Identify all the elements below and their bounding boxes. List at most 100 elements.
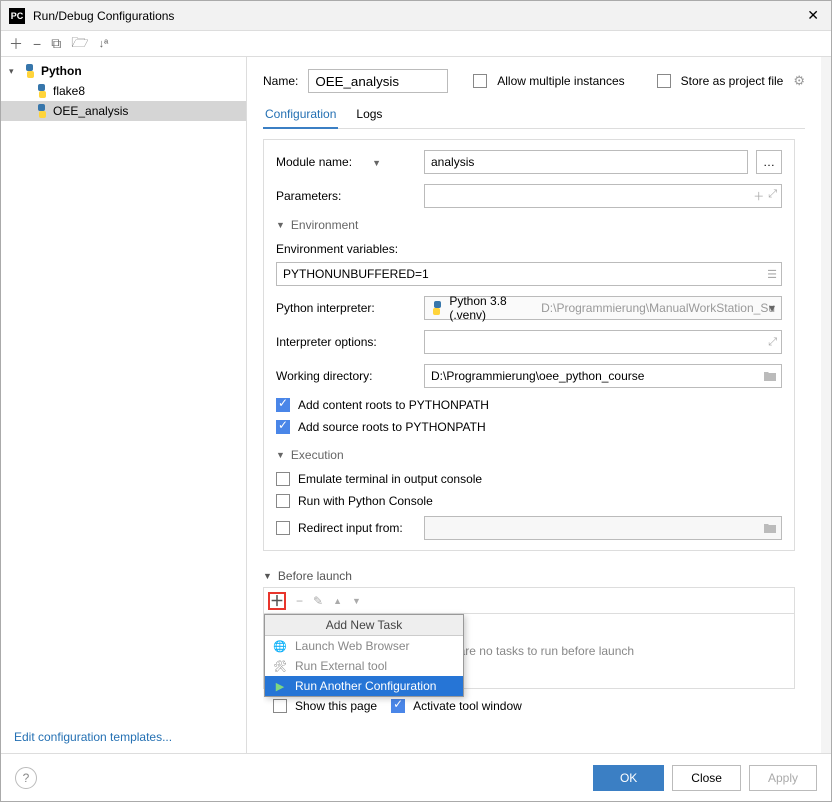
- env-vars-input[interactable]: PYTHONUNBUFFERED=1☰: [276, 262, 782, 286]
- window-title: Run/Debug Configurations: [33, 9, 803, 23]
- popup-item-browser[interactable]: 🌐Launch Web Browser: [265, 636, 463, 656]
- activate-tool-checkbox[interactable]: [391, 699, 405, 713]
- activate-tool-label: Activate tool window: [413, 699, 522, 713]
- add-source-checkbox[interactable]: [276, 420, 290, 434]
- tree-item-flake8[interactable]: flake8: [1, 81, 246, 101]
- edit-templates-link[interactable]: Edit configuration templates...: [14, 730, 172, 744]
- parameters-label: Parameters:: [276, 189, 416, 203]
- show-page-label: Show this page: [295, 699, 377, 713]
- tab-logs[interactable]: Logs: [354, 103, 384, 128]
- tree-root-label: Python: [41, 64, 82, 78]
- redirect-input-label: Redirect input from:: [298, 521, 416, 535]
- help-button[interactable]: ?: [15, 767, 37, 789]
- gear-icon[interactable]: ⚙: [793, 73, 805, 89]
- expand-icon[interactable]: ⤢: [768, 336, 777, 349]
- chevron-down-icon: ▾: [769, 301, 775, 315]
- python-icon: [23, 64, 37, 78]
- dialog-window: PC Run/Debug Configurations ✕ ＋ − ⧉ 🗁 ↓ª…: [0, 0, 832, 802]
- python-icon: [35, 104, 49, 118]
- store-project-checkbox[interactable]: [657, 74, 671, 88]
- chevron-down-icon: ▼: [263, 571, 272, 581]
- before-launch-list: There are no tasks to run before launch …: [263, 613, 795, 689]
- env-vars-label: Environment variables:: [276, 242, 782, 256]
- run-console-checkbox[interactable]: [276, 494, 290, 508]
- emulate-terminal-checkbox[interactable]: [276, 472, 290, 486]
- interpreter-label: Python interpreter:: [276, 301, 416, 315]
- tree-root-python[interactable]: ▾ Python: [1, 61, 246, 81]
- main-panel: Name: Allow multiple instances Store as …: [247, 57, 821, 753]
- move-down-icon[interactable]: ▼: [352, 596, 361, 606]
- add-content-checkbox[interactable]: [276, 398, 290, 412]
- parameters-input[interactable]: ＋⤢: [424, 184, 782, 208]
- popup-item-external-tool[interactable]: 🛠Run External tool: [265, 656, 463, 676]
- name-input[interactable]: [308, 69, 448, 93]
- chevron-down-icon: ▼: [276, 220, 285, 230]
- folder-icon[interactable]: [763, 522, 777, 534]
- tree-item-oee-analysis[interactable]: OEE_analysis: [1, 101, 246, 121]
- chevron-down-icon: ▾: [9, 66, 19, 77]
- close-button[interactable]: Close: [672, 765, 741, 791]
- python-icon: [35, 84, 49, 98]
- list-icon[interactable]: ☰: [767, 268, 777, 281]
- chevron-down-icon: ▼: [276, 450, 285, 460]
- scrollbar[interactable]: [821, 57, 831, 753]
- popup-item-run-config[interactable]: ▶Run Another Configuration: [265, 676, 463, 696]
- environment-section[interactable]: ▼Environment: [276, 218, 782, 232]
- tools-icon: 🛠: [273, 660, 287, 673]
- save-config-icon[interactable]: 🗁: [71, 32, 88, 56]
- apply-button[interactable]: Apply: [749, 765, 817, 791]
- browse-module-button[interactable]: …: [756, 150, 782, 174]
- expand-icon[interactable]: ⤢: [768, 188, 777, 204]
- edit-task-icon[interactable]: ✎: [313, 594, 323, 608]
- sort-config-icon[interactable]: ↓ª: [99, 38, 109, 50]
- before-launch-section: ▼Before launch ＋ − ✎ ▲ ▼ There are no ta…: [263, 569, 795, 713]
- add-config-icon[interactable]: ＋: [9, 34, 23, 54]
- run-console-label: Run with Python Console: [298, 494, 433, 508]
- add-task-button[interactable]: ＋: [268, 592, 286, 610]
- name-row: Name: Allow multiple instances Store as …: [263, 69, 805, 93]
- module-name-label: Module name: ▼: [276, 155, 416, 169]
- remove-config-icon[interactable]: −: [33, 36, 41, 52]
- emulate-terminal-label: Emulate terminal in output console: [298, 472, 482, 486]
- bottom-checks: Show this page Activate tool window: [263, 699, 795, 713]
- redirect-input-checkbox[interactable]: [276, 521, 290, 535]
- python-icon: [431, 301, 443, 315]
- tab-configuration[interactable]: Configuration: [263, 103, 338, 129]
- redirect-input-field[interactable]: [424, 516, 782, 540]
- dialog-body: ▾ Python flake8 OEE_analysis Name: Allow…: [1, 57, 831, 753]
- copy-config-icon[interactable]: ⧉: [51, 35, 61, 52]
- titlebar: PC Run/Debug Configurations ✕: [1, 1, 831, 31]
- plus-icon[interactable]: ＋: [753, 188, 764, 204]
- allow-multiple-checkbox[interactable]: [473, 74, 487, 88]
- close-icon[interactable]: ✕: [803, 7, 823, 24]
- name-label: Name:: [263, 74, 298, 88]
- globe-icon: 🌐: [273, 640, 287, 653]
- config-tree: ▾ Python flake8 OEE_analysis: [1, 57, 247, 753]
- before-launch-header[interactable]: ▼Before launch: [263, 569, 795, 583]
- popup-header: Add New Task: [265, 615, 463, 636]
- chevron-down-icon[interactable]: ▼: [372, 158, 381, 168]
- before-launch-toolbar: ＋ − ✎ ▲ ▼: [263, 587, 795, 613]
- workdir-label: Working directory:: [276, 369, 416, 383]
- module-name-input[interactable]: analysis: [424, 150, 748, 174]
- play-icon: ▶: [273, 680, 287, 693]
- tree-item-label: OEE_analysis: [53, 104, 128, 118]
- app-icon: PC: [9, 8, 25, 24]
- remove-task-icon[interactable]: −: [296, 594, 303, 608]
- config-scroll: Module name: ▼ analysis … Parameters: ＋⤢…: [263, 129, 805, 753]
- interp-opts-label: Interpreter options:: [276, 335, 416, 349]
- show-page-checkbox[interactable]: [273, 699, 287, 713]
- config-toolbar: ＋ − ⧉ 🗁 ↓ª: [1, 31, 831, 57]
- workdir-input[interactable]: D:\Programmierung\oee_python_course: [424, 364, 782, 388]
- interpreter-select[interactable]: Python 3.8 (.venv) D:\Programmierung\Man…: [424, 296, 782, 320]
- main-form-panel: Module name: ▼ analysis … Parameters: ＋⤢…: [263, 139, 795, 551]
- add-source-label: Add source roots to PYTHONPATH: [298, 420, 486, 434]
- move-up-icon[interactable]: ▲: [333, 596, 342, 606]
- interp-opts-input[interactable]: ⤢: [424, 330, 782, 354]
- ok-button[interactable]: OK: [593, 765, 664, 791]
- execution-section[interactable]: ▼Execution: [276, 448, 782, 462]
- allow-multiple-label: Allow multiple instances: [497, 74, 624, 88]
- store-project-label: Store as project file: [681, 74, 784, 88]
- tree-item-label: flake8: [53, 84, 85, 98]
- folder-icon[interactable]: [763, 370, 777, 382]
